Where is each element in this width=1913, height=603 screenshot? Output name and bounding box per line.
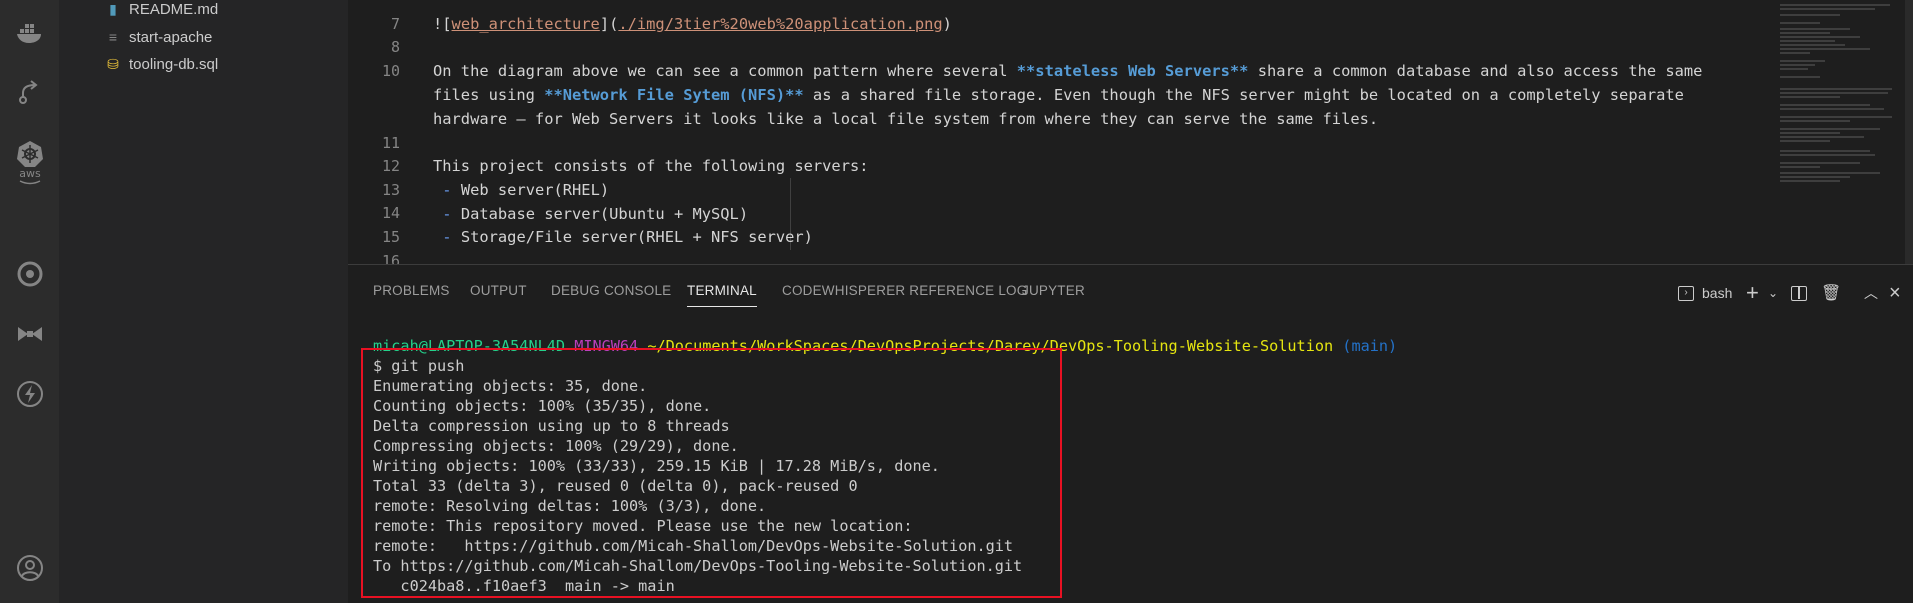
editor-scrollbar[interactable] (1905, 0, 1913, 264)
text: files using (433, 86, 545, 104)
md-bold: **Network File Sytem (NFS)** (544, 86, 804, 104)
list-dash: - (442, 205, 452, 223)
md-link-url[interactable]: ./img/3tier%20web%20application.png (618, 15, 942, 33)
activity-bar: aws (0, 0, 59, 603)
split-terminal-icon[interactable] (1791, 279, 1807, 307)
highlight-annotation-box (361, 348, 1062, 598)
docker-icon[interactable] (10, 12, 50, 52)
line-number: 16 (381, 252, 400, 264)
file-icon: ≡ (108, 29, 118, 45)
new-terminal-plus-icon[interactable]: + (1746, 279, 1759, 307)
explorer-file-tooling-db[interactable]: ⛁ tooling-db.sql (105, 53, 218, 75)
aws-icon[interactable]: aws (10, 152, 50, 192)
line-number: 14 (381, 204, 400, 222)
terminal-shell-selector[interactable]: › bash (1678, 279, 1732, 307)
line-number: 15 (381, 228, 400, 246)
md-bracket: ![ (433, 15, 452, 33)
line-number: 12 (381, 157, 400, 175)
list-dash: - (442, 181, 452, 199)
line-number: 8 (390, 38, 400, 56)
bowtie-icon[interactable] (10, 314, 50, 354)
close-icon[interactable]: × (1889, 279, 1901, 307)
chevron-up-icon[interactable]: ︿ (1864, 279, 1878, 307)
explorer-file-start-apache[interactable]: ≡ start-apache (105, 26, 212, 48)
code-line-7: ![web_architecture](./img/3tier%20web%20… (433, 12, 952, 36)
text: Database server(Ubuntu + MySQL) (460, 205, 749, 223)
md-bold: **stateless Web Servers** (1016, 62, 1249, 80)
code-line-10b: files using **Network File Sytem (NFS)**… (433, 83, 1684, 107)
md-bracket: ]( (599, 15, 619, 33)
markdown-icon: ▮ (109, 0, 117, 17)
code-line-15: - Storage/File server(RHEL + NFS server) (433, 225, 813, 249)
prompt-branch: (main) (1342, 337, 1398, 355)
trash-icon[interactable]: 🗑 (1821, 279, 1841, 307)
minimap[interactable] (1780, 0, 1898, 264)
explorer-sidebar (59, 0, 348, 603)
text: as a shared file storage. Even though th… (803, 86, 1684, 104)
aws-icon-text: aws (19, 167, 41, 180)
code-line-10a: On the diagram above we can see a common… (433, 59, 1702, 83)
tab-codewhisperer-reference-log[interactable]: CODEWHISPERER REFERENCE LOG (782, 283, 1027, 307)
code-line-13: - Web server(RHEL) (433, 178, 609, 202)
code-line-12: This project consists of the following s… (433, 157, 869, 175)
tab-jupyter[interactable]: JUPYTER (1022, 283, 1085, 307)
md-bracket: ) (942, 15, 952, 33)
line-number: 7 (390, 15, 400, 33)
tab-terminal[interactable]: TERMINAL (687, 283, 757, 307)
lightning-icon[interactable] (10, 374, 50, 414)
source-control-circle-icon[interactable] (10, 254, 50, 294)
text: Storage/File server(RHEL + NFS server) (460, 228, 813, 246)
line-number: 11 (381, 134, 400, 152)
file-name: start-apache (129, 28, 213, 46)
code-line-14: - Database server(Ubuntu + MySQL) (433, 202, 748, 226)
database-icon: ⛁ (107, 55, 119, 72)
text: share a common database and also access … (1248, 62, 1703, 80)
file-name: tooling-db.sql (129, 55, 219, 73)
text: On the diagram above we can see a common… (433, 62, 1017, 80)
tab-problems[interactable]: PROBLEMS (373, 283, 450, 307)
line-number: 10 (381, 62, 400, 80)
account-icon[interactable] (10, 548, 50, 588)
shell-label: bash (1702, 285, 1733, 301)
tab-output[interactable]: OUTPUT (470, 283, 527, 307)
tab-debug-console[interactable]: DEBUG CONSOLE (551, 283, 671, 307)
explorer-file-readme[interactable]: ▮ README.md (105, 0, 218, 20)
remote-explorer-icon[interactable] (10, 72, 50, 112)
list-dash: - (442, 228, 452, 246)
line-number: 13 (381, 181, 400, 199)
chevron-down-icon[interactable]: ⌄ (1768, 279, 1778, 307)
md-link-alt[interactable]: web_architecture (452, 15, 600, 33)
code-line-10c: hardware – for Web Servers it looks like… (433, 110, 1379, 128)
editor-area[interactable]: 7 8 10 11 12 13 14 15 16 ![web_architect… (348, 0, 1913, 264)
terminal-icon: › (1678, 285, 1694, 301)
file-name: README.md (129, 0, 219, 18)
text: Web server(RHEL) (460, 181, 610, 199)
